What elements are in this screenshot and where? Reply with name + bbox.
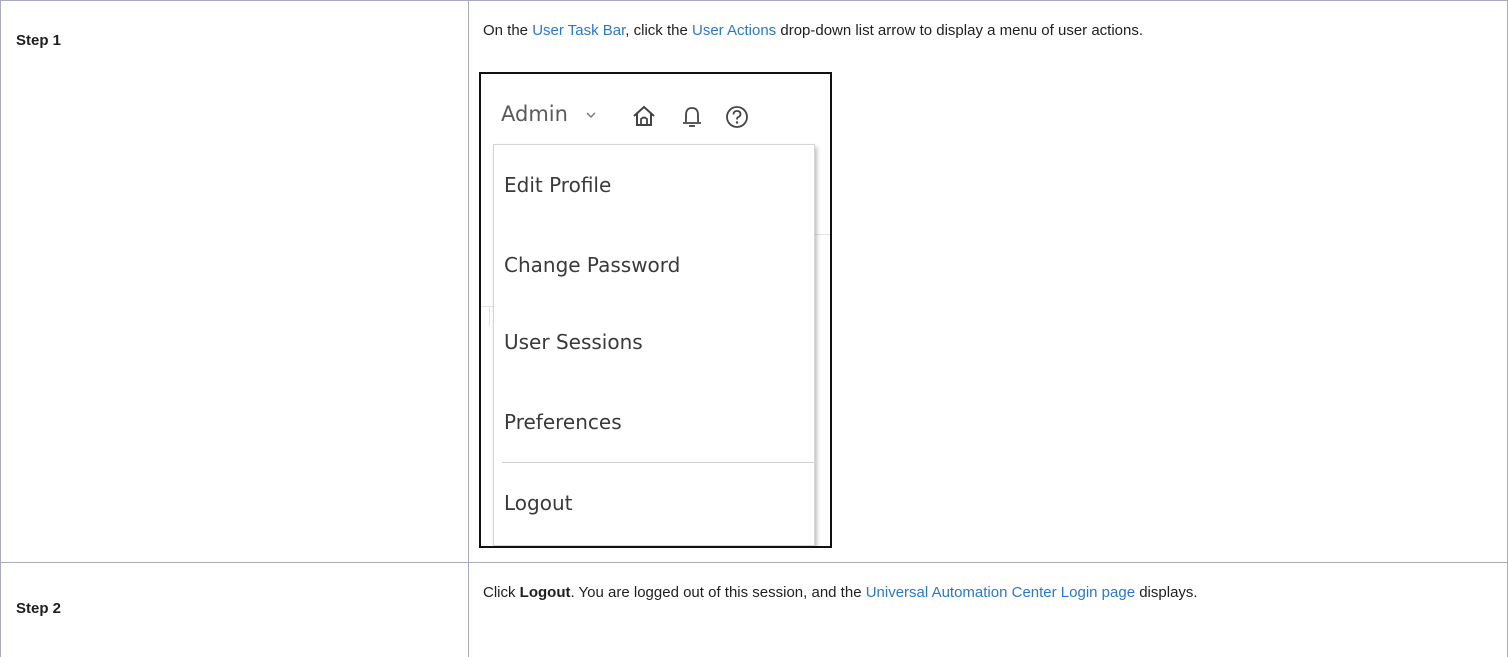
chevron-down-icon[interactable] [586,108,596,122]
column-divider [468,0,469,657]
step-2-label: Step 2 [16,600,62,617]
menu-item-user-sessions[interactable]: User Sessions [504,330,643,354]
step-2-text-middle: . You are logged out of this session, an… [570,584,866,601]
step-1-text: On the User Task Bar, click the User Act… [483,22,1143,39]
login-page-link[interactable]: Universal Automation Center Login page [866,584,1135,601]
step-1-text-after: drop-down list arrow to display a menu o… [776,22,1144,39]
step-2-text: Click Logout. You are logged out of this… [483,584,1198,601]
step-1-text-middle: , click the [625,22,692,39]
user-actions-dropdown[interactable]: Admin [501,102,568,126]
step-1-text-before: On the [483,22,533,39]
step-2-text-before: Click [483,584,520,601]
home-icon[interactable] [632,105,656,131]
background-edge [814,234,830,235]
logout-emphasis: Logout [519,584,571,601]
menu-item-change-password[interactable]: Change Password [504,253,680,277]
step-2-text-after: displays. [1135,584,1198,601]
help-icon[interactable] [725,105,749,133]
background-edge [489,306,490,326]
user-task-bar-link[interactable]: User Task Bar [532,22,625,39]
step-1-label: Step 1 [16,32,62,49]
user-actions-menu: Edit Profile Change Password User Sessio… [493,144,815,546]
menu-item-edit-profile[interactable]: Edit Profile [504,173,611,197]
user-actions-screenshot: Admin Edit Profile Change Password User … [479,72,832,548]
bell-icon[interactable] [681,105,703,133]
row-divider [0,562,1508,563]
menu-separator [502,462,814,463]
background-edge [481,306,493,307]
user-actions-link[interactable]: User Actions [692,22,776,39]
user-task-bar: Admin [481,74,830,146]
menu-item-preferences[interactable]: Preferences [504,410,622,434]
menu-item-logout[interactable]: Logout [504,491,572,515]
